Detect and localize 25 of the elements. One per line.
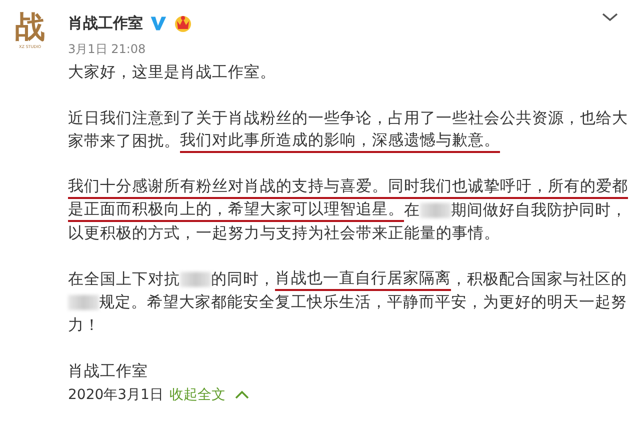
underlined-text: 我们对此事所造成的影响，深感遗憾与歉意。 <box>180 130 500 152</box>
post-time[interactable]: 3月1日 21:08 <box>68 41 616 57</box>
underlined-text: 肖战也一直自行居家隔离 <box>275 268 451 290</box>
post-text: 近日我们注意到了关于肖战粉丝的一些争论，占用了一些社会公共资源，也给大 <box>68 109 628 128</box>
post-text: 的同时， <box>211 270 275 289</box>
post-text: ，积极配合国家与社区的 <box>451 270 627 289</box>
chevron-down-icon[interactable] <box>602 12 618 22</box>
post-text: 家带来了困扰。 <box>68 132 180 151</box>
post-text: 肖战工作室 <box>68 362 148 381</box>
post-text: 期间做好自我防护同时， <box>451 201 627 220</box>
post-text: 在全国上下对抗 <box>68 270 180 289</box>
post-date: 2020年3月1日 <box>68 386 164 405</box>
underlined-text: 是正面而积极向上的，希望大家可以理智追星。 <box>68 200 404 222</box>
blurred-redaction <box>420 203 451 218</box>
author-name[interactable]: 肖战工作室 <box>68 14 143 32</box>
blurred-redaction <box>180 272 211 287</box>
post-text: 力！ <box>68 316 100 335</box>
post-text: 在 <box>404 201 420 220</box>
collapse-link[interactable]: 收起全文 <box>169 384 226 406</box>
post-text: 以更积极的方式，一起努力与支持为社会带来正能量的事情。 <box>68 224 500 243</box>
underlined-text: 我们十分感谢所有粉丝对肖战的支持与喜爱。同时我们也诚挚呼吁，所有的爱都 <box>68 176 628 198</box>
chevron-up-icon[interactable] <box>235 390 250 400</box>
post-text: 规定。希望大家都能安全复工快乐生活，平静而平安，为更好的明天一起努 <box>99 293 627 312</box>
post-text: 大家好，这里是肖战工作室。 <box>68 63 276 82</box>
blurred-redaction <box>68 295 99 310</box>
